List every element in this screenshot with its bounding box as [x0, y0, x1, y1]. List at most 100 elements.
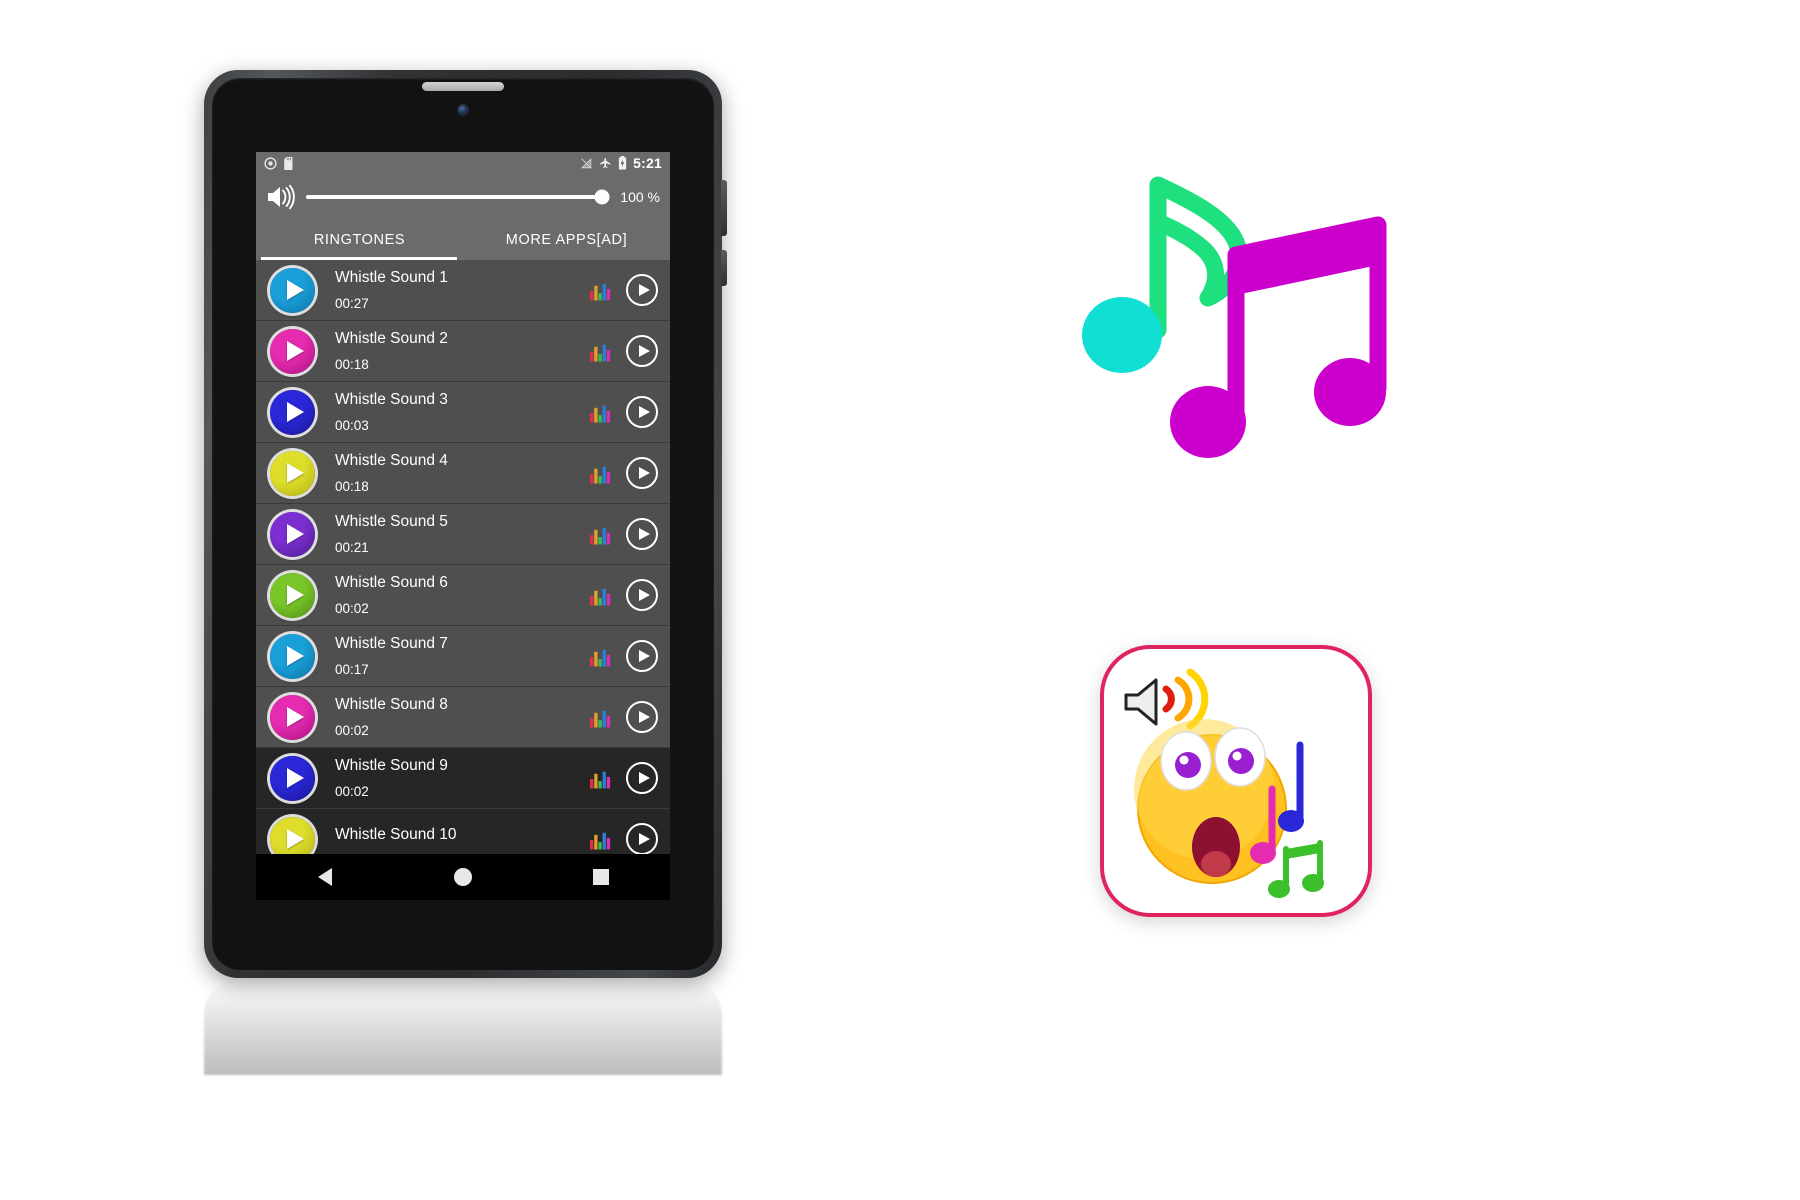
- play-circle-icon[interactable]: [626, 274, 658, 306]
- sd-card-icon: [284, 156, 293, 170]
- recents-square-icon: [593, 869, 609, 885]
- ringtone-row[interactable]: Whistle Sound 5 00:21: [256, 504, 670, 565]
- ringtone-play-disc-icon[interactable]: [270, 328, 315, 374]
- equalizer-icon[interactable]: [590, 645, 612, 667]
- volume-slider[interactable]: [306, 189, 610, 205]
- play-triangle-icon: [286, 341, 304, 361]
- play-circle-icon[interactable]: [626, 823, 658, 854]
- ringtone-title: Whistle Sound 6: [335, 574, 448, 591]
- ringtone-play-disc-icon[interactable]: [270, 755, 315, 801]
- tablet-reflection: [204, 980, 722, 1075]
- ringtone-row[interactable]: Whistle Sound 1 00:27: [256, 260, 670, 321]
- nav-back-button[interactable]: [295, 854, 355, 900]
- play-circle-icon[interactable]: [626, 579, 658, 611]
- ringtone-text-block: Whistle Sound 4 00:18: [335, 452, 448, 494]
- play-triangle-glyph: [638, 650, 650, 662]
- ringtone-title: Whistle Sound 4: [335, 452, 448, 469]
- ringtone-text-block: Whistle Sound 1 00:27: [335, 269, 448, 311]
- ringtone-text-block: Whistle Sound 3 00:03: [335, 391, 448, 433]
- equalizer-icon[interactable]: [590, 340, 612, 362]
- equalizer-icon[interactable]: [590, 279, 612, 301]
- play-circle-icon[interactable]: [626, 640, 658, 672]
- equalizer-icon[interactable]: [590, 584, 612, 606]
- play-triangle-glyph: [638, 467, 650, 479]
- equalizer-icon[interactable]: [590, 523, 612, 545]
- ringtone-row[interactable]: Whistle Sound 10: [256, 809, 670, 854]
- equalizer-icon[interactable]: [590, 401, 612, 423]
- ringtone-play-disc-icon[interactable]: [270, 511, 315, 557]
- equalizer-icon[interactable]: [590, 706, 612, 728]
- play-triangle-icon: [286, 707, 304, 727]
- play-triangle-icon: [286, 524, 304, 544]
- play-circle-icon[interactable]: [626, 762, 658, 794]
- nav-home-button[interactable]: [433, 854, 493, 900]
- ringtone-row[interactable]: Whistle Sound 6 00:02: [256, 565, 670, 626]
- play-triangle-icon: [286, 585, 304, 605]
- no-sim-icon: [581, 157, 592, 169]
- ringtone-play-disc-icon[interactable]: [270, 389, 315, 435]
- volume-percent-label: 100 %: [620, 189, 660, 205]
- equalizer-icon[interactable]: [590, 462, 612, 484]
- ringtone-duration: 00:02: [335, 601, 369, 616]
- equalizer-icon[interactable]: [590, 767, 612, 789]
- play-circle-icon[interactable]: [626, 335, 658, 367]
- ringtone-text-block: Whistle Sound 9 00:02: [335, 757, 448, 799]
- play-circle-icon[interactable]: [626, 701, 658, 733]
- back-triangle-icon: [318, 868, 332, 886]
- ringtone-row[interactable]: Whistle Sound 2 00:18: [256, 321, 670, 382]
- ringtone-row[interactable]: Whistle Sound 9 00:02: [256, 748, 670, 809]
- volume-slider-thumb[interactable]: [594, 189, 610, 205]
- whistle-sounds-app-icon: [1100, 645, 1372, 917]
- ringtone-text-block: Whistle Sound 5 00:21: [335, 513, 448, 555]
- eighth-note-green: [1082, 176, 1248, 373]
- ringtone-row[interactable]: Whistle Sound 3 00:03: [256, 382, 670, 443]
- ringtone-play-disc-icon[interactable]: [270, 267, 315, 313]
- ringtone-row[interactable]: Whistle Sound 4 00:18: [256, 443, 670, 504]
- play-triangle-glyph: [638, 528, 650, 540]
- ringtone-title: Whistle Sound 7: [335, 635, 448, 652]
- status-bar-right-icons: 5:21: [580, 155, 662, 171]
- music-notes-illustration: [1060, 130, 1430, 475]
- ringtone-duration: 00:02: [335, 784, 369, 799]
- play-triangle-glyph: [638, 284, 650, 296]
- ringtone-play-disc-icon[interactable]: [270, 633, 315, 679]
- earpiece-speaker: [422, 82, 504, 91]
- play-triangle-glyph: [638, 406, 650, 418]
- equalizer-icon[interactable]: [590, 828, 612, 850]
- ringtone-duration: 00:17: [335, 662, 369, 677]
- ringtone-list[interactable]: Whistle Sound 1 00:27 Whistle Sound 2 00:18…: [256, 260, 670, 854]
- play-triangle-glyph: [638, 772, 650, 784]
- ringtone-play-disc-icon[interactable]: [270, 572, 315, 618]
- play-circle-icon[interactable]: [626, 457, 658, 489]
- play-circle-icon[interactable]: [626, 518, 658, 550]
- play-circle-icon[interactable]: [626, 396, 658, 428]
- tab-bar: RINGTONES MORE APPS[AD]: [256, 220, 670, 260]
- ringtone-play-disc-icon[interactable]: [270, 694, 315, 740]
- nav-recents-button[interactable]: [571, 854, 631, 900]
- tab-ringtones[interactable]: RINGTONES: [256, 220, 463, 260]
- home-circle-icon: [454, 868, 472, 886]
- ringtone-text-block: Whistle Sound 10: [335, 826, 457, 853]
- ringtone-row[interactable]: Whistle Sound 7 00:17: [256, 626, 670, 687]
- play-triangle-glyph: [638, 833, 650, 845]
- play-triangle-icon: [286, 280, 304, 300]
- status-bar-left-icons: [264, 156, 295, 170]
- ringtone-play-disc-icon[interactable]: [270, 450, 315, 496]
- speaker-volume-icon[interactable]: [266, 184, 296, 210]
- tab-more-apps[interactable]: MORE APPS[AD]: [463, 220, 670, 260]
- play-triangle-glyph: [638, 711, 650, 723]
- volume-rocker-button[interactable]: [721, 250, 727, 286]
- loud-speaker-icon: [1124, 668, 1209, 730]
- ringtone-play-disc-icon[interactable]: [270, 816, 315, 854]
- ringtone-row[interactable]: Whistle Sound 8 00:02: [256, 687, 670, 748]
- ringtone-title: Whistle Sound 2: [335, 330, 448, 347]
- ringtone-duration: 00:02: [335, 723, 369, 738]
- ringtone-title: Whistle Sound 5: [335, 513, 448, 530]
- ringtone-duration: 00:18: [335, 357, 369, 372]
- play-triangle-icon: [286, 463, 304, 483]
- status-bar-clock: 5:21: [633, 155, 662, 171]
- power-button[interactable]: [721, 180, 727, 236]
- ringtone-title: Whistle Sound 8: [335, 696, 448, 713]
- ringtone-duration: 00:03: [335, 418, 369, 433]
- play-triangle-icon: [286, 402, 304, 422]
